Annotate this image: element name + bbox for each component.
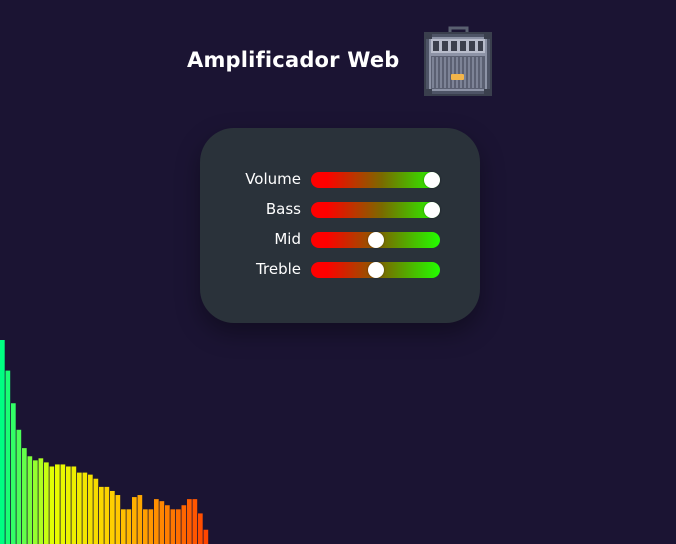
treble-label: Treble	[256, 260, 301, 278]
visualizer-bar	[170, 509, 176, 544]
visualizer-bar	[203, 529, 209, 544]
visualizer-bar	[33, 460, 38, 544]
visualizer-bar	[77, 472, 82, 544]
visualizer-bar	[198, 513, 203, 544]
visualizer-bar	[71, 466, 77, 544]
mid-slider-thumb[interactable]	[367, 232, 384, 248]
visualizer-bar	[192, 499, 198, 544]
mid-slider[interactable]	[311, 232, 440, 248]
visualizer-bar	[38, 458, 44, 544]
visualizer-bar	[16, 429, 22, 544]
visualizer-bar	[60, 464, 66, 544]
visualizer-bar	[148, 509, 154, 544]
visualizer-bar	[137, 495, 143, 544]
visualizer-bar	[88, 474, 93, 544]
visualizer-bar	[126, 509, 132, 544]
visualizer-bar	[110, 490, 115, 544]
app-title: Amplificador Web	[187, 48, 400, 72]
visualizer-bar	[176, 509, 181, 544]
visualizer-bar	[66, 466, 71, 544]
volume-control: Volume	[200, 165, 480, 195]
treble-control: Treble	[200, 255, 480, 285]
visualizer-bar	[55, 464, 60, 544]
visualizer-bar	[5, 370, 11, 544]
controls-panel: Volume Bass Mid Treble	[200, 128, 480, 323]
visualizer-bar	[115, 495, 121, 544]
visualizer-bar	[104, 486, 110, 544]
mid-label: Mid	[274, 230, 301, 248]
amplifier-icon	[424, 26, 492, 96]
visualizer-bar	[181, 505, 187, 544]
visualizer-bar	[159, 501, 165, 544]
visualizer-bar	[22, 448, 27, 544]
volume-slider[interactable]	[311, 172, 440, 188]
treble-slider-thumb[interactable]	[367, 262, 384, 278]
mid-control: Mid	[200, 225, 480, 255]
visualizer-bar	[187, 499, 192, 544]
visualizer-bar	[82, 472, 88, 544]
visualizer-bar	[27, 456, 33, 544]
app-page: Amplificador Web Volume Bass Mid Treble	[0, 0, 676, 544]
visualizer-bar	[44, 462, 49, 544]
visualizer-bar	[0, 340, 5, 544]
volume-slider-track[interactable]	[311, 172, 440, 188]
visualizer-bar	[99, 486, 104, 544]
visualizer-bar	[165, 505, 170, 544]
visualizer-bar	[143, 509, 148, 544]
header: Amplificador Web	[0, 26, 676, 98]
visualizer-bar	[49, 466, 55, 544]
bass-slider-thumb[interactable]	[424, 202, 440, 218]
volume-label: Volume	[245, 170, 301, 188]
visualizer-bar	[121, 509, 126, 544]
treble-slider[interactable]	[311, 262, 440, 278]
visualizer-bar	[11, 403, 16, 544]
bass-label: Bass	[265, 200, 301, 218]
visualizer-bar	[154, 499, 159, 544]
bass-control: Bass	[200, 195, 480, 225]
audio-visualizer	[0, 340, 209, 544]
bass-slider[interactable]	[311, 202, 440, 218]
visualizer-bar	[132, 497, 137, 544]
bass-slider-track[interactable]	[311, 202, 440, 218]
visualizer-bar	[93, 478, 99, 544]
volume-slider-thumb[interactable]	[424, 172, 440, 188]
